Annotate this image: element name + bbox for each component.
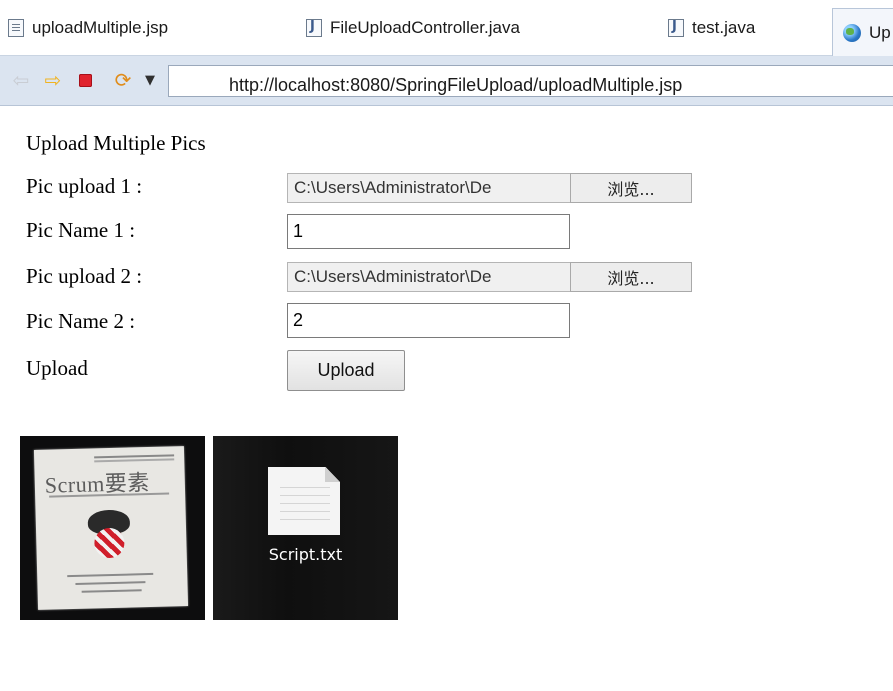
stop-icon[interactable]	[72, 68, 98, 92]
jsp-file-icon	[8, 19, 24, 37]
tab-label: uploadMultiple.jsp	[32, 18, 169, 37]
pic-name-1-label: Pic Name 1 :	[26, 218, 136, 242]
forward-arrow-icon[interactable]: ⇨	[40, 68, 66, 92]
back-arrow-icon[interactable]: ⇦	[8, 68, 34, 92]
tab-fileuploadcontroller-java[interactable]: FileUploadController.java	[306, 8, 520, 48]
pic-name-1-input[interactable]: 1	[287, 214, 570, 249]
java-file-icon	[306, 19, 322, 37]
dropdown-chevron-icon[interactable]: ▼	[140, 68, 160, 92]
pic-name-2-label: Pic Name 2 :	[26, 309, 136, 333]
browse-button[interactable]: 浏览...	[570, 173, 692, 203]
browser-navigation-bar: ⇦ ⇨ ⟳ ▼ http://localhost:8080/SpringFile…	[0, 56, 893, 106]
page-title: Upload Multiple Pics	[26, 131, 206, 155]
url-text: http://localhost:8080/SpringFileUpload/u…	[229, 75, 683, 95]
globe-icon	[843, 23, 861, 42]
text-file-icon	[268, 467, 340, 535]
java-file-icon	[668, 19, 684, 37]
tab-browser-active[interactable]: Up	[832, 8, 893, 56]
editor-tab-bar: uploadMultiple.jsp FileUploadController.…	[0, 0, 893, 56]
page-content: Upload Multiple Pics Pic upload 1 : C:\U…	[0, 107, 893, 691]
refresh-icon[interactable]: ⟳	[110, 68, 136, 92]
browse-button[interactable]: 浏览...	[570, 262, 692, 292]
pic-upload-1-file-input[interactable]: C:\Users\Administrator\De 浏览...	[287, 173, 692, 203]
file-path-field[interactable]: C:\Users\Administrator\De	[287, 173, 570, 203]
upload-button[interactable]: Upload	[287, 350, 405, 391]
upload-label: Upload	[26, 356, 88, 380]
uploaded-image-script-file: Script.txt	[213, 436, 398, 620]
uploaded-image-book: Scrum要素	[20, 436, 205, 620]
tab-label: Up	[869, 22, 891, 42]
pic-upload-2-file-input[interactable]: C:\Users\Administrator\De 浏览...	[287, 262, 692, 292]
tab-label: FileUploadController.java	[330, 18, 520, 37]
file-path-field[interactable]: C:\Users\Administrator\De	[287, 262, 570, 292]
tab-test-java[interactable]: test.java	[668, 8, 755, 48]
file-caption: Script.txt	[268, 545, 343, 564]
book-cover: Scrum要素	[33, 446, 189, 610]
pic-upload-1-label: Pic upload 1 :	[26, 174, 143, 198]
address-bar[interactable]: http://localhost:8080/SpringFileUpload/u…	[168, 65, 893, 97]
pic-upload-2-label: Pic upload 2 :	[26, 264, 143, 288]
pic-name-2-input[interactable]: 2	[287, 303, 570, 338]
tab-label: test.java	[692, 18, 756, 37]
tab-uploadmultiple-jsp[interactable]: uploadMultiple.jsp	[8, 8, 168, 48]
